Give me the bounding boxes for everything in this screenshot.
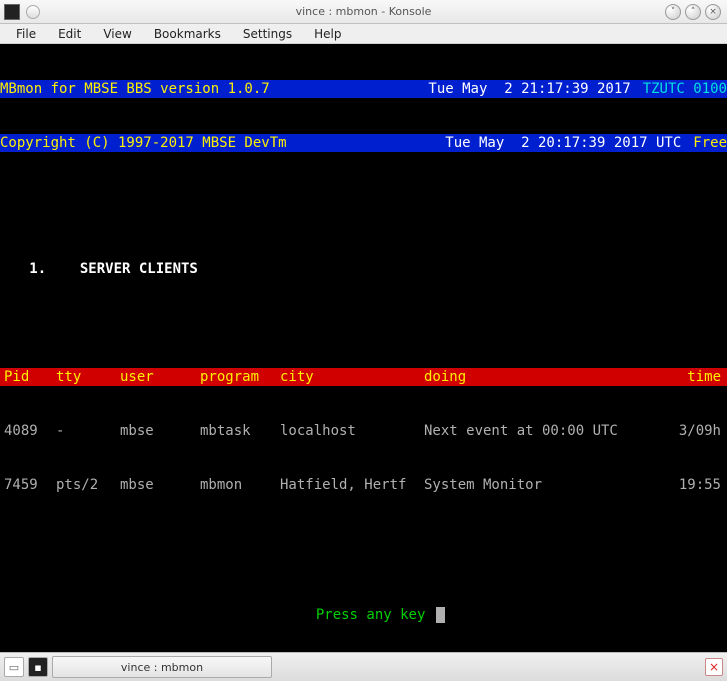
cell-time: 19:55	[640, 476, 727, 494]
menu-view[interactable]: View	[93, 25, 141, 43]
copyright: Copyright (C) 1997-2017 MBSE DevTm	[0, 134, 287, 152]
cell-pid: 4089	[0, 422, 56, 440]
table-row: 7459 pts/2 mbse mbmon Hatfield, Hertf Sy…	[0, 476, 727, 494]
local-time: Tue May 2 21:17:39 2017	[428, 80, 634, 98]
minimize-button[interactable]: ˅	[665, 4, 681, 20]
cell-doing: System Monitor	[424, 476, 640, 494]
menu-settings[interactable]: Settings	[233, 25, 302, 43]
cell-user: mbse	[120, 422, 200, 440]
prompt-text: Press any key	[316, 607, 434, 623]
app-name-version: MBmon for MBSE BBS version 1.0.7	[0, 80, 270, 98]
menu-file[interactable]: File	[6, 25, 46, 43]
taskbar: ▭ ▪ vince : mbmon ×	[0, 652, 727, 681]
titlebar: vince : mbmon - Konsole ˅ ˄ ×	[0, 0, 727, 24]
menu-edit[interactable]: Edit	[48, 25, 91, 43]
col-city: city	[280, 368, 424, 386]
show-desktop-icon[interactable]: ▭	[4, 657, 24, 677]
col-user: user	[120, 368, 200, 386]
maximize-button[interactable]: ˄	[685, 4, 701, 20]
cell-tty: pts/2	[56, 476, 120, 494]
menubar: File Edit View Bookmarks Settings Help	[0, 24, 727, 44]
taskbar-close-icon[interactable]: ×	[705, 658, 723, 676]
window-controls: ˅ ˄ ×	[665, 4, 721, 20]
cell-tty: -	[56, 422, 120, 440]
menu-bookmarks[interactable]: Bookmarks	[144, 25, 231, 43]
cell-pid: 7459	[0, 476, 56, 494]
app-icon	[4, 4, 20, 20]
table-row: 4089 - mbse mbtask localhost Next event …	[0, 422, 727, 440]
cell-city: localhost	[280, 422, 424, 440]
window-title: vince : mbmon - Konsole	[296, 5, 432, 18]
cell-program: mbmon	[200, 476, 280, 494]
titlebar-decor	[26, 5, 40, 19]
cell-time: 3/09h	[640, 422, 727, 440]
blank-line	[0, 314, 727, 332]
col-doing: doing	[424, 368, 640, 386]
utc-time: Tue May 2 20:17:39 2017 UTC	[445, 134, 685, 152]
taskbar-app-button[interactable]: vince : mbmon	[52, 656, 272, 678]
cell-city: Hatfield, Hertf	[280, 476, 424, 494]
col-pid: Pid	[0, 368, 56, 386]
menu-help[interactable]: Help	[304, 25, 351, 43]
status-tag: Free	[685, 134, 727, 152]
close-button[interactable]: ×	[705, 4, 721, 20]
prompt: Press any key	[0, 588, 727, 642]
header-line-1: MBmon for MBSE BBS version 1.0.7 Tue May…	[0, 80, 727, 98]
col-program: program	[200, 368, 280, 386]
section-title: 1. SERVER CLIENTS	[0, 260, 727, 278]
cell-doing: Next event at 00:00 UTC	[424, 422, 640, 440]
col-tty: tty	[56, 368, 120, 386]
terminal[interactable]: MBmon for MBSE BBS version 1.0.7 Tue May…	[0, 44, 727, 652]
table-header: Pid tty user program city doing time	[0, 368, 727, 386]
blank-space	[0, 188, 727, 224]
col-time: time	[640, 368, 727, 386]
cursor	[436, 607, 445, 623]
cell-program: mbtask	[200, 422, 280, 440]
header-line-2: Copyright (C) 1997-2017 MBSE DevTm Tue M…	[0, 134, 727, 152]
timezone-tag: TZUTC 0100	[635, 80, 727, 98]
cell-user: mbse	[120, 476, 200, 494]
terminal-icon[interactable]: ▪	[28, 657, 48, 677]
taskbar-app-label: vince : mbmon	[121, 661, 203, 674]
